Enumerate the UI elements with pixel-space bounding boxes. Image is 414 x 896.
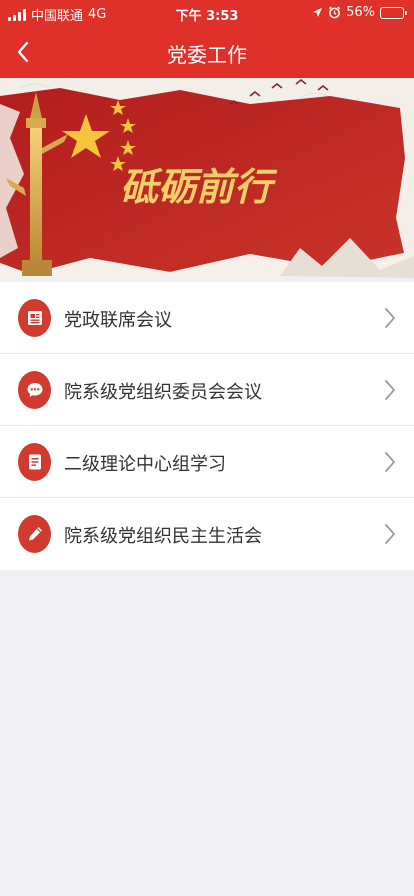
chevron-right-icon xyxy=(385,380,395,400)
menu-list: 党政联席会议 院系级党组织委员会会议 二级理论中心组学习 院系级党组织民主生活会 xyxy=(0,282,414,570)
header-bar: 中国联通 4G 下午 3:53 56% 党委工作 xyxy=(0,0,414,78)
banner-calligraphy: 砥砺前行 xyxy=(120,164,278,209)
chevron-right-icon xyxy=(385,452,395,472)
battery-icon xyxy=(380,6,407,19)
status-bar: 中国联通 4G 下午 3:53 56% xyxy=(0,0,414,26)
chevron-right-icon xyxy=(385,524,395,544)
page-title: 党委工作 xyxy=(167,43,247,67)
pencil-icon xyxy=(18,515,51,553)
menu-item-label: 院系级党组织民主生活会 xyxy=(64,526,262,547)
menu-item-joint-meeting[interactable]: 党政联席会议 xyxy=(0,282,414,354)
battery-percent: 56% xyxy=(346,5,375,20)
document-icon xyxy=(18,443,51,481)
menu-item-democratic-life[interactable]: 院系级党组织民主生活会 xyxy=(0,498,414,570)
newspaper-icon xyxy=(18,299,51,337)
menu-item-theory-study[interactable]: 二级理论中心组学习 xyxy=(0,426,414,498)
banner-image: 砥砺前行 xyxy=(0,78,414,278)
status-right: 56% xyxy=(312,5,407,20)
menu-item-label: 二级理论中心组学习 xyxy=(64,454,226,475)
nav-bar: 党委工作 xyxy=(0,28,414,76)
menu-item-label: 党政联席会议 xyxy=(64,310,172,331)
alarm-clock-icon xyxy=(328,6,341,19)
chat-bubble-icon xyxy=(18,371,51,409)
chevron-right-icon xyxy=(385,308,395,328)
menu-item-committee-meeting[interactable]: 院系级党组织委员会会议 xyxy=(0,354,414,426)
location-arrow-icon xyxy=(313,7,323,18)
banner-illustration: 砥砺前行 xyxy=(0,78,414,278)
menu-item-label: 院系级党组织委员会会议 xyxy=(64,382,262,403)
